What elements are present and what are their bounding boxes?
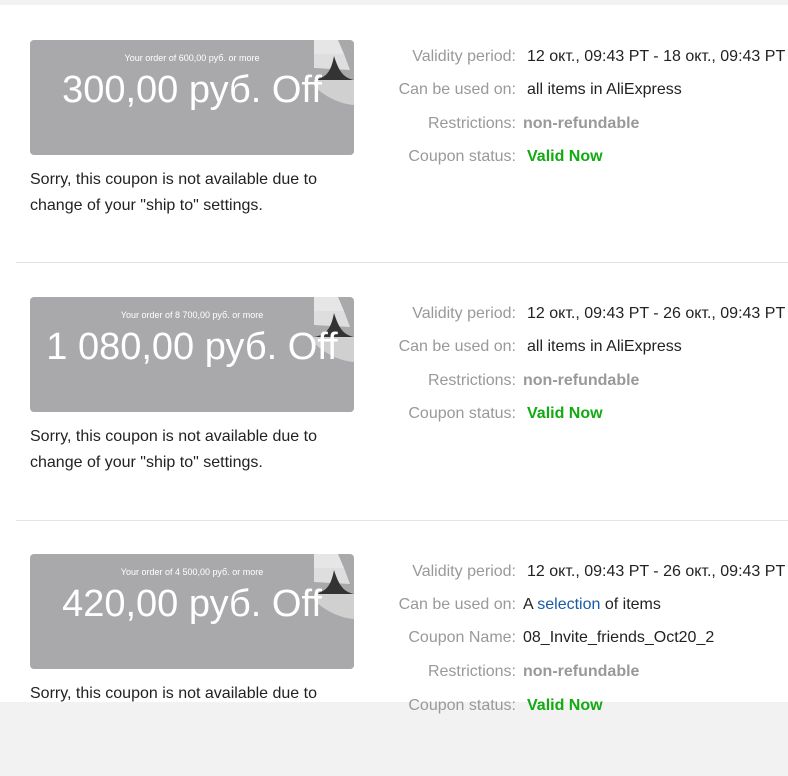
coupon-name-row: Coupon Name: 08_Invite_friends_Oct20_2 — [0, 629, 788, 653]
restrictions-row: Restrictions: non-refundable — [0, 663, 788, 687]
usage-row: Can be used on: all items in AliExpress — [0, 81, 788, 105]
status-label: Coupon status: — [408, 148, 516, 165]
restrictions-row: Restrictions: non-refundable — [0, 372, 788, 396]
usage-row: Can be used on: A selection of items — [0, 596, 788, 620]
usage-prefix: A — [523, 596, 533, 613]
restrictions-label: Restrictions: — [427, 115, 516, 132]
validity-row: Validity period: 12 окт., 09:43 PT - 26 … — [0, 563, 788, 587]
usage-value: all items in AliExpress — [527, 338, 682, 355]
status-label: Coupon status: — [408, 697, 516, 714]
coupon-unavailable-note: Sorry, this coupon is not available due … — [30, 428, 317, 471]
usage-label: Can be used on: — [398, 596, 516, 613]
usage-label: Can be used on: — [398, 338, 516, 355]
validity-value: 12 окт., 09:43 PT - 26 окт., 09:43 PT — [527, 563, 786, 580]
validity-label: Validity period: — [412, 48, 516, 65]
restrictions-row: Restrictions: non-refundable — [0, 115, 788, 139]
selection-link[interactable]: selection — [537, 596, 600, 613]
coupon-item: Your order of 600,00 руб. or more 300,00… — [0, 5, 788, 262]
status-label: Coupon status: — [408, 405, 516, 422]
validity-row: Validity period: 12 окт., 09:43 PT - 26 … — [0, 305, 788, 329]
validity-label: Validity period: — [412, 305, 516, 322]
restrictions-label: Restrictions: — [427, 663, 516, 680]
usage-label: Can be used on: — [398, 81, 516, 98]
restrictions-value: non-refundable — [523, 372, 640, 389]
usage-row: Can be used on: all items in AliExpress — [0, 338, 788, 362]
status-value: Valid Now — [527, 405, 603, 422]
coupons-panel: Your order of 600,00 руб. or more 300,00… — [0, 5, 788, 714]
status-row: Coupon status: Valid Now — [0, 148, 788, 172]
coupon-item: Your order of 8 700,00 руб. or more 1 08… — [0, 262, 788, 519]
coupon-name-label: Coupon Name: — [408, 629, 516, 646]
status-row: Coupon status: Valid Now — [0, 697, 788, 721]
status-value: Valid Now — [527, 697, 603, 714]
validity-value: 12 окт., 09:43 PT - 26 окт., 09:43 PT — [527, 305, 786, 322]
validity-value: 12 окт., 09:43 PT - 18 окт., 09:43 PT — [527, 48, 786, 65]
status-value: Valid Now — [527, 148, 603, 165]
coupon-item: Your order of 4 500,00 руб. or more 420,… — [0, 519, 788, 776]
usage-value: A selection of items — [523, 596, 661, 614]
restrictions-value: non-refundable — [523, 663, 640, 680]
restrictions-label: Restrictions: — [427, 372, 516, 389]
usage-value: all items in AliExpress — [527, 81, 682, 98]
coupon-name-value: 08_Invite_friends_Oct20_2 — [523, 629, 715, 646]
restrictions-value: non-refundable — [523, 115, 640, 132]
status-row: Coupon status: Valid Now — [0, 405, 788, 429]
usage-suffix: of items — [604, 596, 661, 613]
validity-label: Validity period: — [412, 563, 516, 580]
validity-row: Validity period: 12 окт., 09:43 PT - 18 … — [0, 48, 788, 72]
coupon-unavailable-note: Sorry, this coupon is not available due … — [30, 171, 317, 214]
